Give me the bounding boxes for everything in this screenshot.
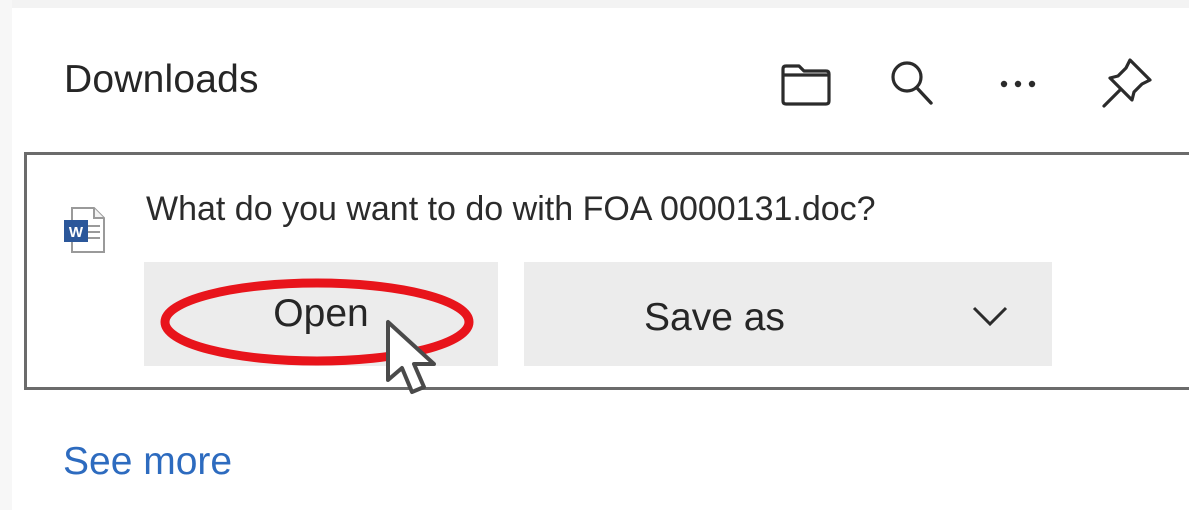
search-button[interactable] (880, 52, 944, 116)
panel-top-edge (0, 0, 1189, 8)
downloads-panel: Downloads W What do you want to do with … (0, 0, 1189, 510)
folder-icon (781, 64, 831, 106)
see-more-link[interactable]: See more (63, 440, 232, 484)
more-options-button[interactable] (986, 52, 1050, 116)
save-as-button[interactable]: Save as (524, 262, 1052, 366)
panel-left-edge (0, 0, 12, 510)
chevron-down-icon[interactable] (970, 300, 1010, 330)
panel-title: Downloads (64, 58, 259, 101)
save-as-button-label: Save as (644, 296, 785, 339)
svg-text:W: W (69, 224, 84, 241)
more-options-icon (1000, 80, 1036, 88)
open-button-label: Open (273, 292, 369, 335)
open-button[interactable]: Open (144, 262, 498, 366)
open-folder-button[interactable] (774, 52, 838, 116)
pin-button[interactable] (1094, 52, 1158, 116)
word-document-icon: W (64, 207, 105, 253)
download-prompt: What do you want to do with FOA 0000131.… (146, 190, 876, 228)
search-icon (891, 61, 933, 105)
pin-icon (1102, 58, 1152, 108)
